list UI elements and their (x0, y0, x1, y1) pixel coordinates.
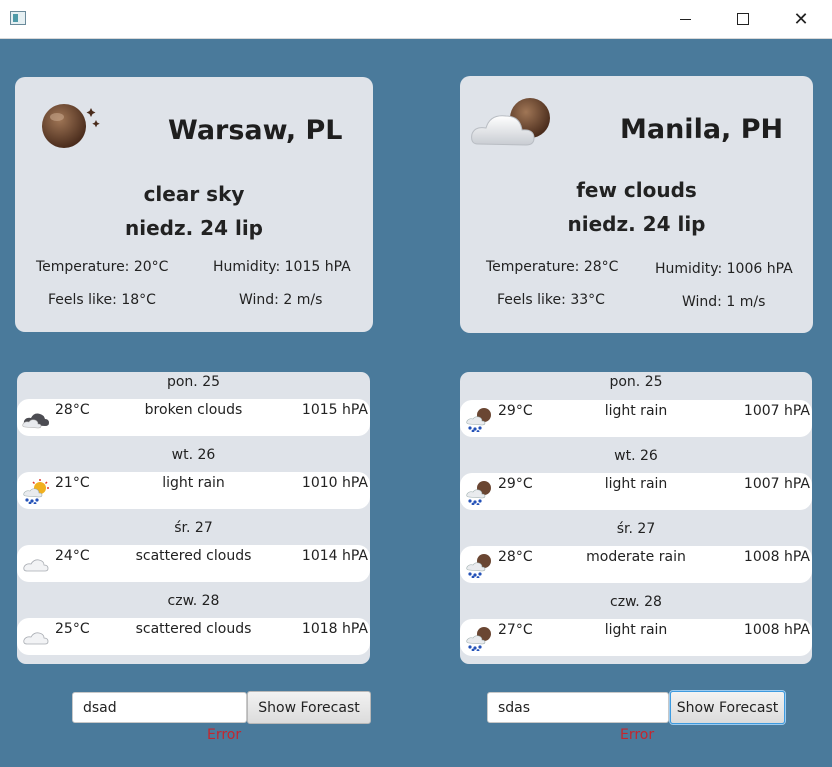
forecast-temperature: 27°C (498, 622, 533, 638)
forecast-day-label: czw. 28 (610, 594, 662, 610)
city-name: Manila, PH (620, 114, 784, 145)
maximize-icon (737, 13, 749, 25)
forecast-pressure: 1018 hPA (301, 621, 368, 637)
current-weather-card-warsaw: Warsaw, PL clear sky niedz. 24 lip Tempe… (15, 77, 373, 332)
city-name: Warsaw, PL (168, 115, 343, 146)
forecast-day-label: wt. 26 (614, 448, 658, 464)
forecast-day-label: śr. 27 (174, 520, 213, 536)
humidity-label: Humidity: 1015 hPA (213, 259, 351, 275)
forecast-row[interactable]: scattered clouds 25°C 1018 hPA (17, 618, 370, 655)
forecast-row[interactable]: scattered clouds 24°C 1014 hPA (17, 545, 370, 582)
error-message-right: Error (620, 727, 655, 743)
current-date: niedz. 24 lip (125, 216, 263, 240)
title-bar: ✕ (0, 0, 832, 39)
forecast-day-label: wt. 26 (171, 447, 216, 463)
wind-label: Wind: 2 m/s (239, 292, 323, 308)
forecast-row[interactable]: light rain 29°C 1007 hPA (460, 400, 812, 437)
forecast-pressure: 1008 hPA (743, 549, 810, 565)
city-search-input-right[interactable] (487, 692, 669, 723)
close-button[interactable]: ✕ (772, 0, 830, 38)
forecast-row[interactable]: light rain 27°C 1008 hPA (460, 619, 812, 656)
feels-like-label: Feels like: 33°C (497, 292, 605, 308)
app-icon (10, 11, 26, 25)
forecast-pressure: 1007 hPA (743, 403, 810, 419)
forecast-row[interactable]: moderate rain 28°C 1008 hPA (460, 546, 812, 583)
feels-like-label: Feels like: 18°C (48, 292, 156, 308)
forecast-temperature: 29°C (498, 476, 533, 492)
maximize-button[interactable] (714, 0, 772, 38)
forecast-row[interactable]: broken clouds 28°C 1015 hPA (17, 399, 370, 436)
moon-clear-night-icon (42, 104, 100, 148)
forecast-temperature: 25°C (55, 621, 90, 637)
forecast-pressure: 1008 hPA (743, 622, 810, 638)
forecast-list-warsaw: pon. 25 broken clouds 28°C 1015 hPA wt. … (17, 372, 370, 664)
forecast-temperature: 28°C (55, 402, 90, 418)
wind-label: Wind: 1 m/s (682, 294, 766, 310)
close-icon: ✕ (793, 8, 809, 30)
forecast-pressure: 1007 hPA (743, 476, 810, 492)
show-forecast-button-right[interactable]: Show Forecast (670, 691, 785, 724)
forecast-day-label: pon. 25 (166, 374, 221, 390)
minimize-icon (679, 18, 691, 20)
forecast-row[interactable]: light rain 21°C 1010 hPA (17, 472, 370, 509)
current-date: niedz. 24 lip (567, 212, 706, 236)
forecast-pressure: 1014 hPA (301, 548, 368, 564)
city-search-input-left[interactable] (72, 692, 247, 723)
forecast-temperature: 29°C (498, 403, 533, 419)
temperature-label: Temperature: 20°C (36, 259, 169, 275)
forecast-day-label: śr. 27 (616, 521, 656, 537)
forecast-temperature: 21°C (55, 475, 90, 491)
forecast-temperature: 24°C (55, 548, 90, 564)
forecast-day-label: pon. 25 (609, 374, 663, 390)
forecast-row[interactable]: light rain 29°C 1007 hPA (460, 473, 812, 510)
forecast-list-manila: pon. 25 light rain 29°C 1007 hPA wt. 26 … (460, 372, 812, 664)
minimize-button[interactable] (656, 0, 714, 38)
cloud-moon-icon (471, 98, 550, 146)
temperature-label: Temperature: 28°C (486, 259, 619, 275)
error-message-left: Error (207, 727, 242, 743)
current-weather-card-manila: Manila, PH few clouds niedz. 24 lip Temp… (460, 76, 813, 333)
weather-description: few clouds (576, 178, 697, 202)
forecast-pressure: 1015 hPA (301, 402, 368, 418)
humidity-label: Humidity: 1006 hPA (655, 261, 793, 277)
forecast-day-label: czw. 28 (167, 593, 220, 609)
show-forecast-button-left[interactable]: Show Forecast (247, 691, 371, 724)
forecast-temperature: 28°C (498, 549, 533, 565)
forecast-pressure: 1010 hPA (301, 475, 368, 491)
weather-description: clear sky (143, 182, 245, 206)
